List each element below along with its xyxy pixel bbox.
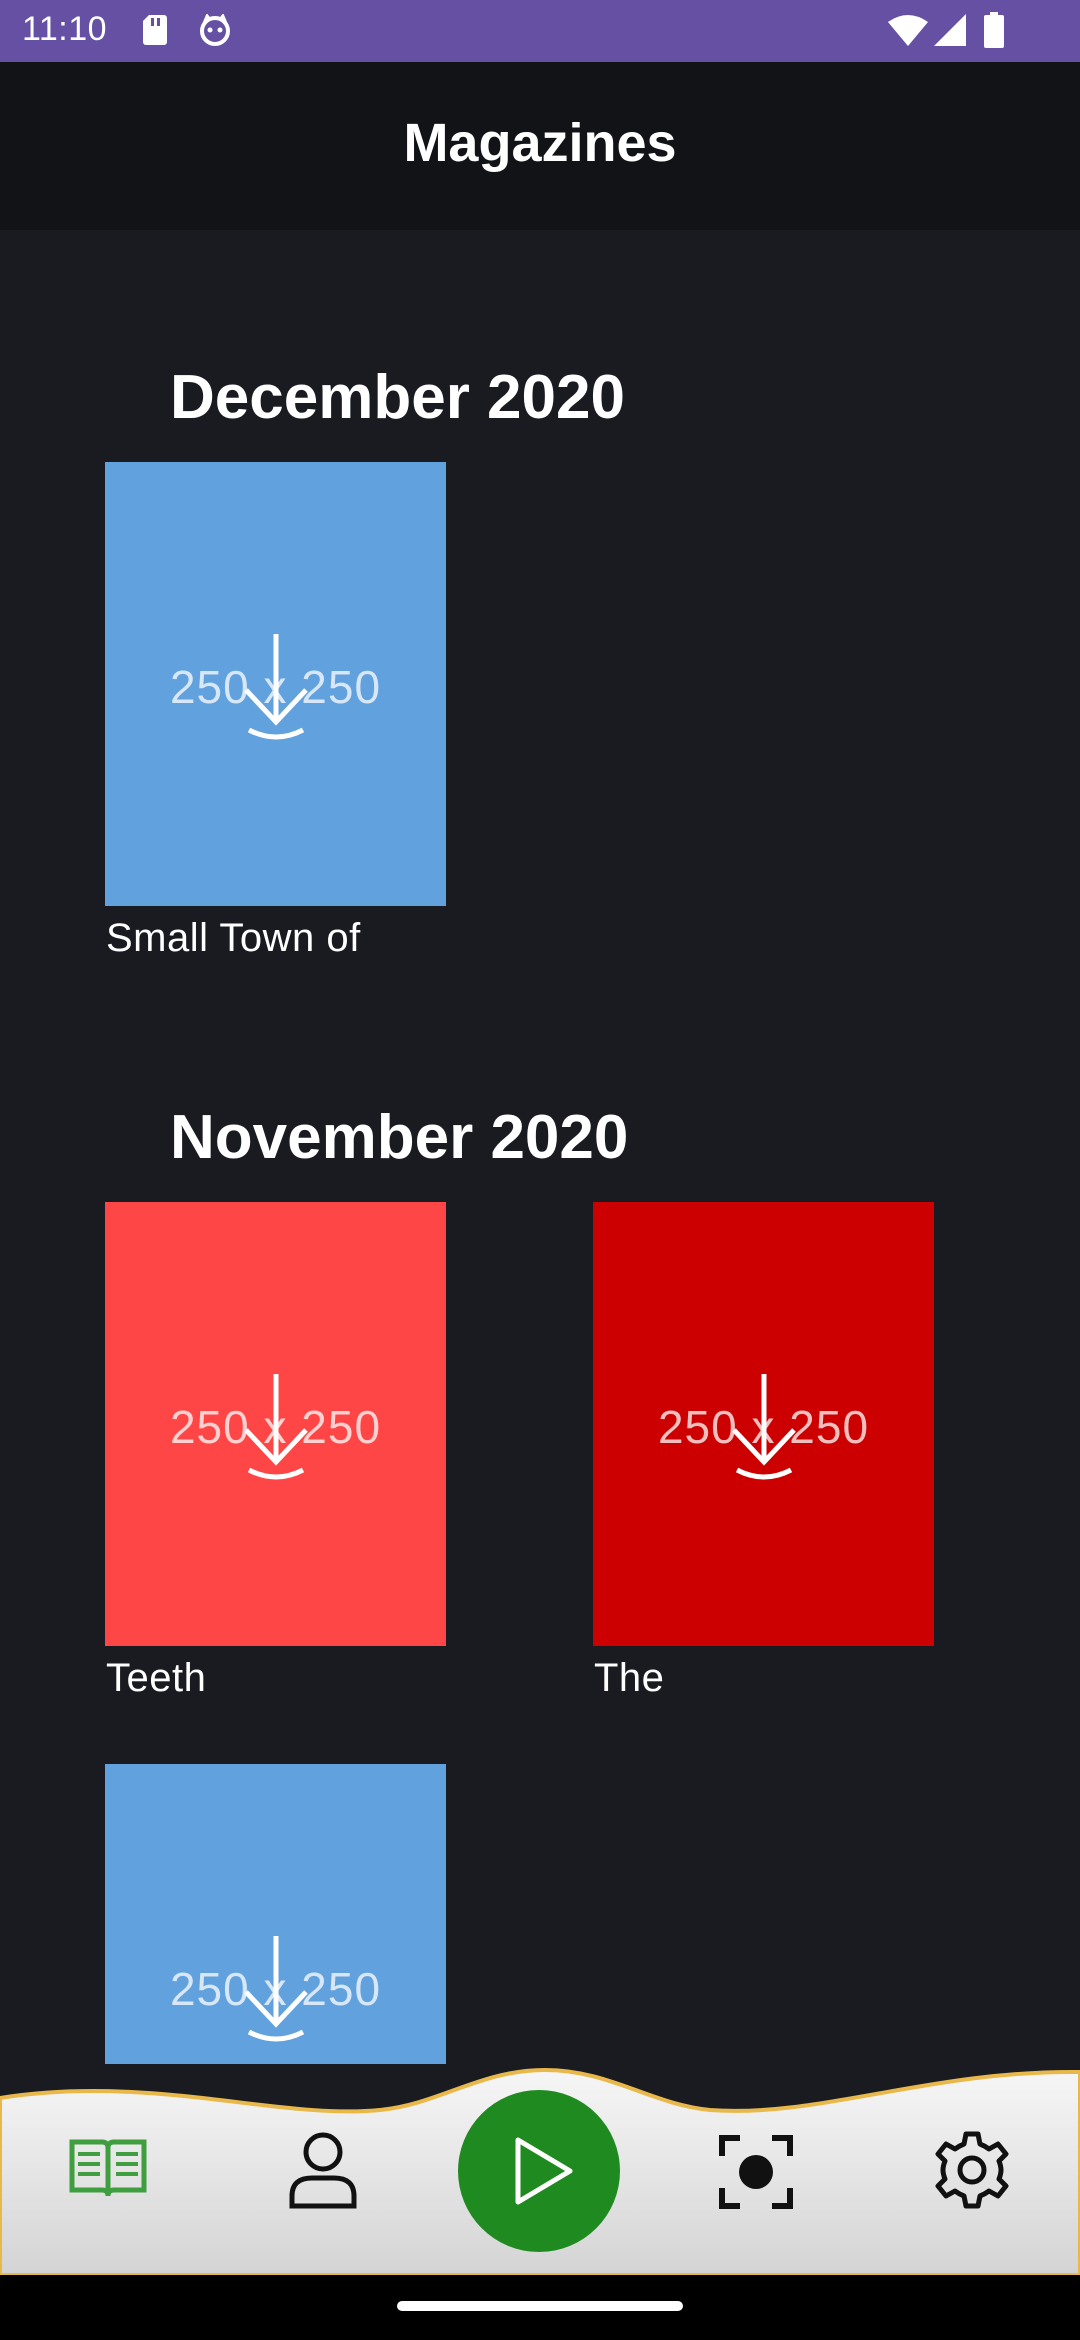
download-icon xyxy=(244,1936,308,2042)
status-bar: 11:10 xyxy=(0,0,1080,62)
top-app-bar: Magazines xyxy=(0,62,1080,230)
play-button[interactable] xyxy=(458,2090,620,2252)
magazine-caption: The xyxy=(594,1656,665,1700)
sd-card-icon xyxy=(143,15,167,45)
magazine-card[interactable]: 250 x 250 xyxy=(105,1202,446,1646)
magazine-card[interactable]: 250 x 250 xyxy=(105,1764,446,2064)
play-icon xyxy=(515,2137,573,2205)
page-title: Magazines xyxy=(403,113,677,173)
home-indicator[interactable] xyxy=(397,2301,683,2311)
scan-icon[interactable] xyxy=(718,2134,794,2210)
book-icon[interactable] xyxy=(68,2136,148,2200)
gear-icon[interactable] xyxy=(932,2130,1012,2210)
download-icon xyxy=(244,1374,308,1480)
magazine-caption: Teeth xyxy=(106,1656,207,1700)
magazine-caption: Small Town of xyxy=(106,916,361,960)
cell-signal-icon xyxy=(934,14,966,46)
battery-icon xyxy=(984,12,1004,48)
wifi-icon xyxy=(888,15,928,46)
download-icon xyxy=(732,1374,796,1480)
magazine-card[interactable]: 250 x 250 xyxy=(105,462,446,906)
download-icon xyxy=(244,634,308,740)
profile-icon[interactable] xyxy=(288,2130,358,2210)
section-title-december-2020: December 2020 xyxy=(170,363,625,432)
magazine-card[interactable]: 250 x 250 xyxy=(593,1202,934,1646)
cat-notification-icon xyxy=(200,14,230,46)
section-title-november-2020: November 2020 xyxy=(170,1103,629,1172)
status-time: 11:10 xyxy=(22,10,108,48)
